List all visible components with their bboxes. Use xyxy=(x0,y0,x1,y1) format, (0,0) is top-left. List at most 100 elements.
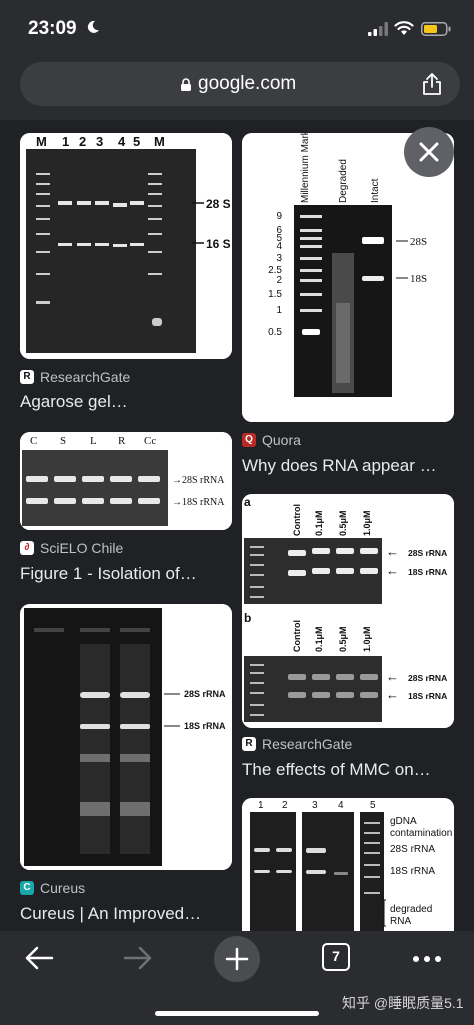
lane-label: 3 xyxy=(96,134,103,149)
result-title[interactable]: Figure 1 - Isolation of… xyxy=(20,564,197,584)
result-image-cureus-gel[interactable]: 28S rRNA 18S rRNA xyxy=(20,604,232,870)
result-title[interactable]: Cureus | An Improved… xyxy=(20,904,201,924)
more-dots-icon[interactable] xyxy=(412,955,442,963)
column-label: Intact xyxy=(370,178,381,203)
lane-label: M xyxy=(154,134,165,149)
result-source: Q Quora xyxy=(242,432,301,448)
forward-arrow-icon[interactable] xyxy=(123,945,153,971)
lane-label: Control xyxy=(292,504,302,536)
lane-label: 2 xyxy=(79,134,86,149)
source-name: SciELO Chile xyxy=(40,540,124,556)
marker-label: 2 xyxy=(276,275,282,286)
band-label: 18S rRNA xyxy=(408,691,447,701)
band-label: 28S rRNA xyxy=(408,548,447,558)
lane-label: S xyxy=(60,435,66,447)
marker-label: 3 xyxy=(276,253,282,264)
result-source: ∂ SciELO Chile xyxy=(20,540,123,556)
lane-label: 0.1μM xyxy=(314,626,324,652)
quora-icon: Q xyxy=(242,433,256,447)
lane-label: 1 xyxy=(62,134,69,149)
result-image-mmc-effects[interactable]: a Control 0.1μM 0.5μM 1.0μM ← 28S rRNA ←… xyxy=(242,494,454,728)
marker-label: 1.5 xyxy=(268,289,282,300)
source-name: Cureus xyxy=(40,880,86,896)
bottom-toolbar: 7 知乎 @睡眠质量5.1 xyxy=(0,931,474,1025)
panel-label: b xyxy=(244,611,251,625)
lane-label: 1 xyxy=(258,800,264,811)
plus-icon xyxy=(225,947,249,971)
tab-switcher-icon[interactable]: 7 xyxy=(322,943,350,971)
address-bar[interactable]: google.com xyxy=(20,62,460,106)
source-name: Quora xyxy=(262,432,301,448)
lane-label: C xyxy=(30,435,37,447)
lane-label: M xyxy=(36,134,47,149)
lane-label: 1.0μM xyxy=(362,510,372,536)
svg-text:←: ← xyxy=(386,687,399,702)
status-bar: 23:09 xyxy=(0,0,474,58)
band-label: contamination xyxy=(390,828,452,839)
wifi-icon xyxy=(394,21,414,35)
lane-label: 4 xyxy=(118,134,126,149)
result-source: C Cureus xyxy=(20,880,85,896)
band-label: 28S rRNA xyxy=(408,673,447,683)
column-label: Degraded xyxy=(338,159,349,203)
band-label: → xyxy=(172,497,182,508)
svg-text:←: ← xyxy=(386,563,399,578)
band-label: gDNA xyxy=(390,816,417,827)
lane-label: 3 xyxy=(312,800,318,811)
lane-label: 1.0μM xyxy=(362,626,372,652)
panel-label: a xyxy=(244,495,251,509)
band-label: 18S rRNA xyxy=(184,721,226,731)
band-label: degraded xyxy=(390,904,432,915)
share-icon[interactable] xyxy=(421,72,443,96)
lane-label: Control xyxy=(292,620,302,652)
lane-label: 4 xyxy=(338,800,344,811)
lane-label: 0.5μM xyxy=(338,626,348,652)
url-text: google.com xyxy=(198,73,297,94)
browser-toolbar: google.com xyxy=(0,58,474,120)
marker-label: 4 xyxy=(276,241,282,252)
status-time: 23:09 xyxy=(28,18,77,39)
new-tab-button[interactable] xyxy=(214,936,260,982)
battery-icon xyxy=(421,22,451,36)
band-label: 28 S xyxy=(206,197,231,211)
lock-icon xyxy=(181,78,191,91)
result-source: R ResearchGate xyxy=(242,736,352,752)
lane-label: 0.1μM xyxy=(314,510,324,536)
band-label: 16 S xyxy=(206,237,231,251)
researchgate-icon: R xyxy=(20,370,34,384)
lane-label: 5 xyxy=(133,134,140,149)
band-label: 28S rRNA xyxy=(184,689,226,699)
result-image-agarose-gel[interactable]: M 1 2 3 4 5 M 28 S 16 S xyxy=(20,133,232,359)
lane-label: 0.5μM xyxy=(338,510,348,536)
watermark: 知乎 @睡眠质量5.1 xyxy=(342,995,464,1011)
result-image-gdna-contamination[interactable]: 1 2 3 4 5 gDNA contamination 28S rRNA 18… xyxy=(242,798,454,931)
band-label: 28S xyxy=(410,236,427,248)
lane-label: 5 xyxy=(370,800,376,811)
lane-label: L xyxy=(90,435,97,447)
band-label: 18S rRNA xyxy=(390,866,435,877)
researchgate-icon: R xyxy=(242,737,256,751)
band-28s xyxy=(362,237,384,244)
band-label: → xyxy=(172,475,182,486)
close-button[interactable] xyxy=(404,127,454,177)
band-label: RNA xyxy=(390,916,411,927)
lane-label: R xyxy=(118,435,126,447)
lane-label: 2 xyxy=(282,800,288,811)
marker-label: 1 xyxy=(276,305,282,316)
result-title[interactable]: The effects of MMC on… xyxy=(242,760,431,780)
result-source: R ResearchGate xyxy=(20,369,130,385)
marker-label: 0.5 xyxy=(268,327,282,338)
band-18s xyxy=(362,276,384,281)
band-label: 28S rRNA xyxy=(182,475,225,486)
band-label: 28S rRNA xyxy=(390,844,435,855)
result-title[interactable]: Why does RNA appear … xyxy=(242,456,437,476)
column-label: Millennium Markers™ xyxy=(300,133,311,203)
back-arrow-icon[interactable] xyxy=(24,945,54,971)
cureus-icon: C xyxy=(20,881,34,895)
home-indicator[interactable] xyxy=(155,1011,319,1016)
result-image-rrna-lanes[interactable]: C S L R Cc → 28S rRNA → 18S rRNA xyxy=(20,432,232,530)
result-title[interactable]: Agarose gel… xyxy=(20,392,128,412)
cellular-signal-icon xyxy=(368,22,388,36)
scielo-icon: ∂ xyxy=(20,541,34,555)
svg-text:←: ← xyxy=(386,669,399,684)
